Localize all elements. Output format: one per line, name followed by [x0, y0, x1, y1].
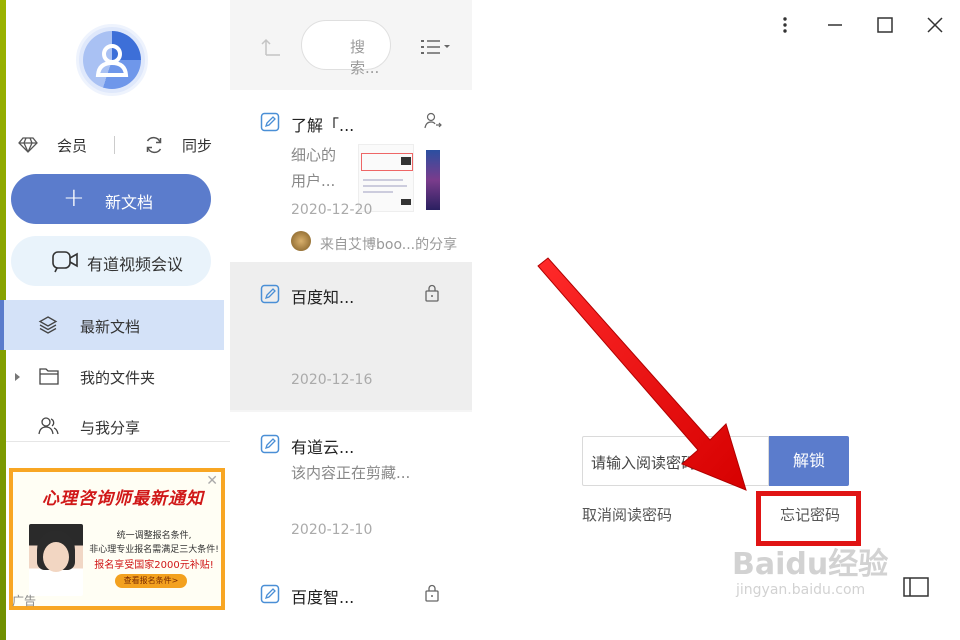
close-icon[interactable] [920, 10, 950, 40]
watermark-main: Baidu经验 [732, 547, 889, 582]
annotation-arrow [537, 257, 747, 491]
list-item[interactable]: 了解「... 细心的 用户... 2020-12-20 来自艾博boo...的分… [230, 90, 472, 264]
note-snippet: 用户... [291, 172, 336, 190]
new-document-button[interactable]: + 新文档 [11, 174, 211, 224]
unlock-button[interactable]: 解锁 [769, 436, 849, 486]
sync-icon[interactable] [144, 135, 164, 155]
search-placeholder: 搜索... [350, 38, 380, 77]
search-input[interactable]: 搜索... [301, 20, 391, 77]
list-item[interactable]: 有道云... 该内容正在剪藏... 2020-12-10 [230, 412, 472, 562]
ad-banner[interactable]: 心理咨询师最新通知 统一调整报名条件, 非心理专业报名需满足三大条件! 报名享受… [9, 468, 225, 610]
note-title: 有道云... [291, 438, 355, 457]
shared-from-text: 来自艾博boo...的分享 [320, 237, 458, 253]
watermark-sub: jingyan.baidu.com [736, 582, 866, 598]
divider [6, 441, 230, 442]
minimize-icon[interactable] [820, 10, 850, 40]
note-icon [260, 284, 280, 304]
ad-cta-button[interactable]: 查看报名条件> [115, 574, 187, 588]
lock-icon [425, 584, 439, 602]
list-item[interactable]: 百度智... [230, 562, 472, 640]
cancel-password-link[interactable]: 取消阅读密码 [582, 504, 672, 525]
avatar[interactable] [76, 24, 148, 96]
note-date: 2020-12-20 [291, 202, 373, 218]
sidebar-item-recent[interactable]: 最新文档 [0, 300, 224, 350]
note-icon [260, 112, 280, 132]
note-date: 2020-12-10 [291, 522, 373, 538]
layers-icon [38, 316, 58, 334]
shared-users-icon [38, 417, 59, 435]
sidebar-item-folders[interactable]: 我的文件夹 [0, 351, 224, 401]
sidebar-item-shared[interactable]: 与我分享 [0, 401, 224, 451]
diamond-icon[interactable] [18, 137, 38, 153]
divider [114, 136, 115, 154]
note-title: 了解「... [291, 116, 355, 135]
plus-icon: + [63, 183, 85, 213]
ad-text: 报名享受国家2000元补贴! [94, 560, 214, 571]
panel-toggle-icon[interactable] [903, 577, 929, 597]
video-camera-icon [52, 251, 78, 273]
ad-title: 心理咨询师最新通知 [42, 489, 204, 509]
ad-label: 广告 [12, 594, 37, 608]
note-date: 2020-12-16 [291, 372, 373, 388]
vip-link[interactable]: 会员 [57, 135, 87, 156]
sidebar-item-label: 与我分享 [80, 419, 141, 437]
folder-icon [39, 368, 59, 385]
note-icon [260, 584, 280, 604]
sidebar-item-label: 最新文档 [80, 318, 141, 336]
note-thumbnail [426, 150, 440, 210]
user-icon [95, 44, 129, 77]
video-meeting-label: 有道视频会议 [87, 255, 184, 274]
close-icon[interactable]: ✕ [206, 473, 218, 489]
sidebar-item-label: 我的文件夹 [80, 369, 156, 387]
sharer-avatar [291, 231, 311, 251]
video-meeting-button[interactable]: 有道视频会议 [11, 236, 211, 286]
sync-link[interactable]: 同步 [182, 135, 212, 156]
list-view-icon[interactable] [420, 38, 452, 56]
list-item[interactable]: 百度知... 2020-12-16 [230, 262, 472, 410]
new-document-label: 新文档 [105, 193, 154, 212]
note-snippet: 该内容正在剪藏... [291, 464, 411, 482]
watermark: Baidu经验 jingyan.baidu.com [732, 547, 889, 599]
shared-note-icon [424, 112, 442, 129]
ad-text: 非心理专业报名需满足三大条件! [89, 545, 219, 555]
expand-arrow-icon[interactable] [14, 372, 22, 382]
maximize-icon[interactable] [870, 10, 900, 40]
vip-sync-row: 会员 同步 [10, 132, 220, 158]
note-title: 百度知... [291, 288, 355, 307]
note-title: 百度智... [291, 588, 355, 607]
note-icon [260, 434, 280, 454]
more-vertical-icon[interactable] [770, 10, 800, 40]
back-icon[interactable] [260, 37, 282, 57]
lock-icon [425, 284, 439, 302]
ad-text: 统一调整报名条件, [116, 531, 192, 541]
note-snippet: 细心的 [291, 146, 337, 164]
ad-photo [29, 524, 83, 596]
